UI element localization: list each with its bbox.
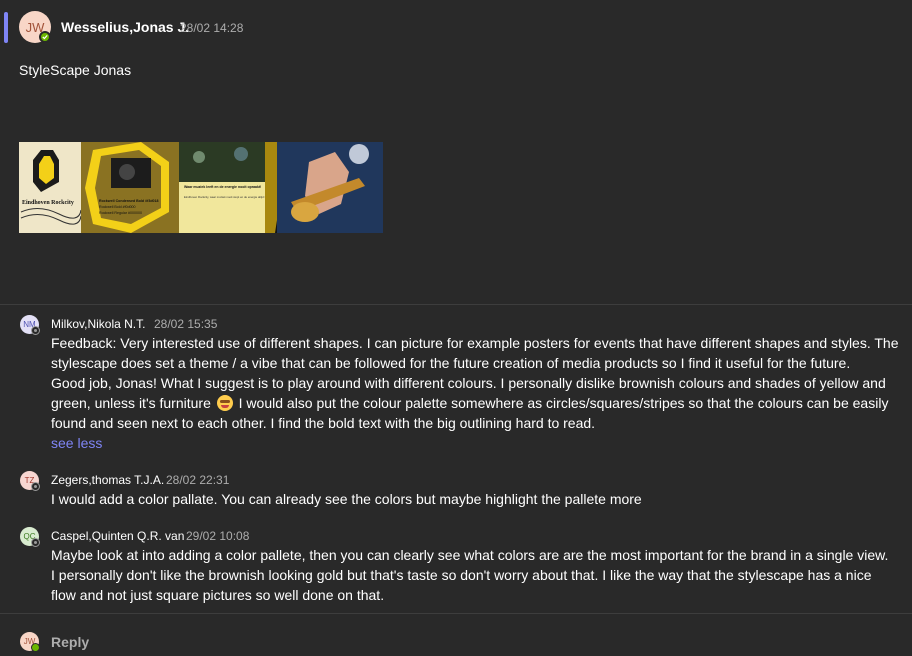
unread-indicator (4, 12, 8, 43)
see-less-link[interactable]: see less (51, 435, 102, 451)
reply-text-line: stylescape does set a theme / a vibe tha… (51, 355, 851, 371)
reply-button[interactable]: Reply (51, 634, 89, 650)
reply-text-line: found and seen next to each other. I fin… (51, 415, 596, 431)
stylescape-image-graphic: Eindhoven Rockcity Rockwell Condensed Bo… (19, 142, 383, 233)
reply-divider (0, 613, 912, 614)
panel-heading: Waar muziek leeft en de energie nooit op… (184, 185, 261, 189)
reply-text-line: flow and not just square pictures so wel… (51, 587, 385, 603)
reply-text: Feedback: Very interested use of differe… (51, 333, 901, 433)
presence-available-icon (31, 643, 40, 652)
reply-text-line: I personally don't like the brownish loo… (51, 567, 872, 583)
reply-bar[interactable]: JW Reply (0, 626, 912, 656)
reply-text-line: Good job, Jonas! What I suggest is to pl… (51, 375, 886, 391)
presence-offline-icon (31, 482, 40, 491)
brand-text: Eindhoven Rockcity (22, 200, 74, 206)
reply-text-segment: I would also put the colour palette some… (234, 395, 889, 411)
channel-post: JW Wesselius,Jonas J. 28/02 14:28 StyleS… (0, 0, 912, 305)
reply-author[interactable]: Zegers,thomas T.J.A. (51, 473, 164, 487)
laughing-emoji-icon (216, 395, 233, 411)
reply-text: I would add a color pallate. You can alr… (51, 489, 901, 509)
reply-author[interactable]: Milkov,Nikola N.T. (51, 317, 145, 331)
font-sample-line3: Rockwell Regular #000000 (99, 211, 142, 215)
reply-text-line: Feedback: Very interested use of differe… (51, 335, 899, 351)
post-author[interactable]: Wesselius,Jonas J. (61, 19, 189, 35)
reply-text-segment: green, unless it's furniture (51, 395, 211, 411)
reply-timestamp: 28/02 15:35 (154, 317, 218, 331)
reply-text-line: green, unless it's furniture I would als… (51, 393, 901, 413)
post-body: StyleScape Jonas (19, 62, 132, 78)
presence-offline-icon (31, 538, 40, 547)
presence-offline-icon (31, 326, 40, 335)
font-sample-title: Rockwell Condensed Bold #f3d018 (99, 199, 159, 203)
stylescape-image[interactable]: Eindhoven Rockcity Rockwell Condensed Bo… (19, 142, 383, 233)
presence-available-icon (39, 31, 51, 43)
reply-text: Maybe look at into adding a color pallet… (51, 545, 901, 605)
panel-text: Eindhoven Rockcity, waar muziek nooit st… (184, 195, 279, 199)
reply-text-line: I would add a color pallate. You can alr… (51, 491, 642, 507)
font-sample-line2: Rockwell Bold #f0d000 (99, 205, 136, 209)
reply-author[interactable]: Caspel,Quinten Q.R. van (51, 529, 184, 543)
post-timestamp: 28/02 14:28 (180, 21, 244, 35)
post-divider (0, 304, 912, 305)
reply-text-line: Maybe look at into adding a color pallet… (51, 547, 889, 563)
reply-timestamp: 29/02 10:08 (186, 529, 250, 543)
reply-timestamp: 28/02 22:31 (166, 473, 230, 487)
